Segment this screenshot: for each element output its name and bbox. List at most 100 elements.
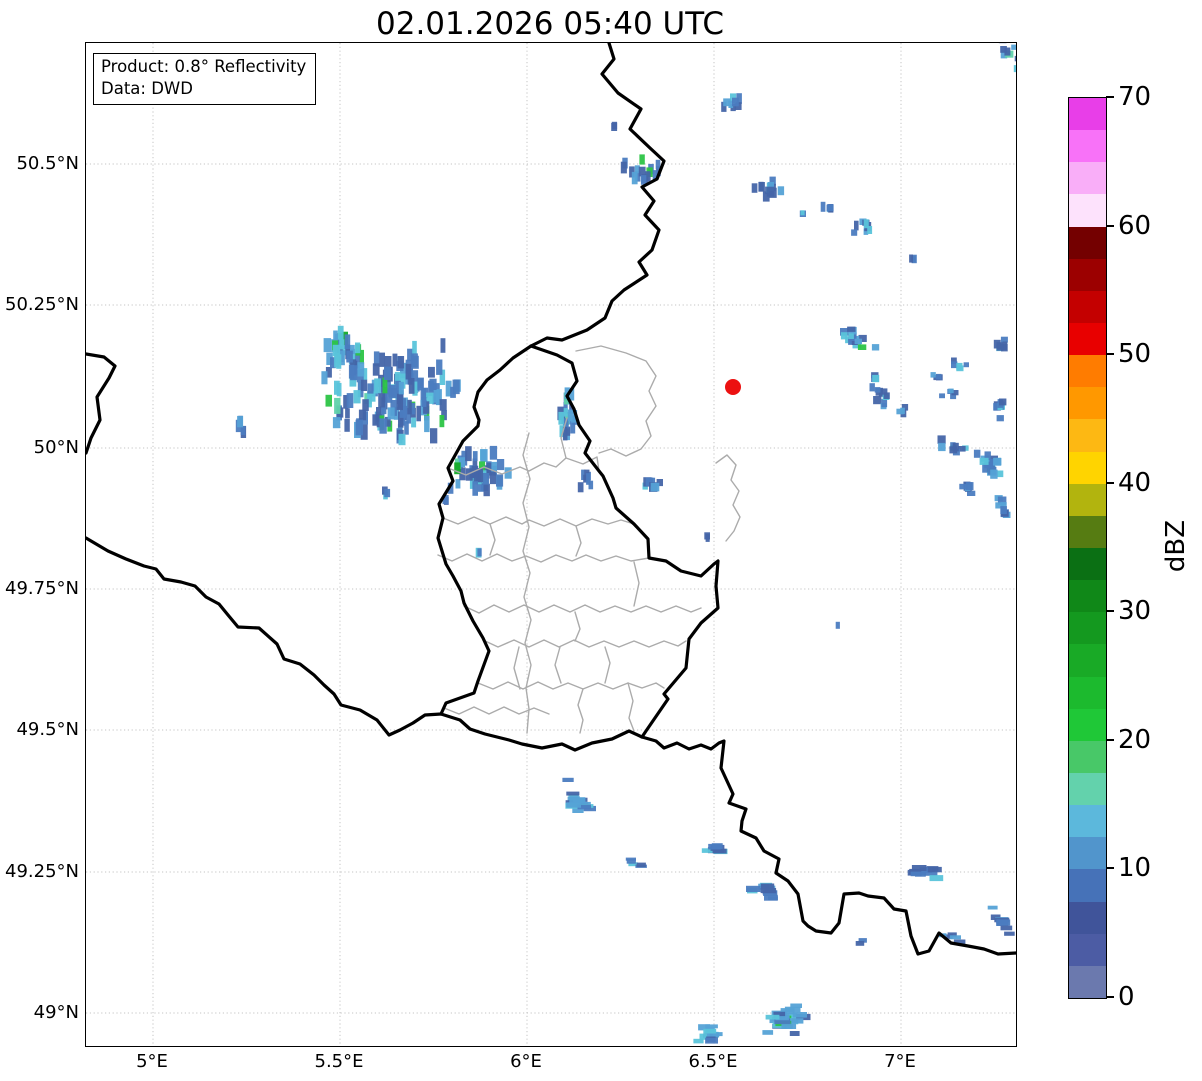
radar-echo-bin [857, 344, 867, 350]
radar-echo-bin [1000, 506, 1007, 515]
colorbar-segment [1069, 612, 1106, 645]
colorbar-segment [1069, 258, 1106, 291]
radar-echo-bin [800, 210, 805, 216]
radar-echo-bin [240, 426, 246, 435]
radar-echo-bin [398, 381, 404, 395]
colorbar-segment [1069, 515, 1106, 548]
radar-echo-bin [758, 182, 765, 192]
radar-echo-bin [567, 409, 572, 422]
admin-border [443, 706, 550, 715]
radar-echo-bin [345, 408, 350, 419]
radar-echo-bin [973, 449, 981, 458]
country-border [86, 536, 443, 737]
radar-echo-bin [873, 396, 882, 405]
colorbar-segment [1069, 901, 1106, 934]
radar-echo-bin [650, 482, 660, 492]
radar-echo-bin [391, 388, 397, 398]
radar-echo-bin [872, 374, 880, 383]
radar-echo-bin [625, 857, 636, 861]
admin-border [633, 561, 640, 607]
colorbar-tick-label: 10 [1118, 853, 1152, 884]
radar-echo-bin [768, 896, 778, 901]
radar-echo-bin [937, 435, 946, 444]
colorbar-segment [1069, 965, 1106, 998]
country-border [640, 735, 1016, 956]
radar-echo-bin [372, 363, 380, 376]
radar-echo-bin [357, 362, 365, 377]
admin-border [577, 688, 584, 734]
radar-echo-bin [372, 414, 378, 426]
colorbar-segment [1069, 98, 1106, 131]
radar-echo-bin [396, 394, 403, 411]
radar-echo-bin [939, 393, 945, 399]
radar-echo-bin [416, 405, 421, 422]
colorbar-tick-mark [1106, 224, 1114, 227]
admin-border [554, 646, 562, 684]
colorbar-segment [1069, 483, 1106, 516]
radar-echo-bin [620, 161, 627, 174]
radar-echo-bin [863, 219, 869, 229]
colorbar-segment [1069, 708, 1106, 741]
radar-echo-bin [777, 186, 785, 196]
colorbar-segment [1069, 162, 1106, 195]
radar-echo-bin [963, 362, 969, 368]
map-plot-area [85, 42, 1017, 1047]
radar-echo-bin [638, 166, 646, 177]
radar-echo-bin [996, 919, 1011, 926]
radar-echo-bin [791, 1018, 804, 1024]
radar-echo-bin [855, 941, 865, 946]
radar-echo-bin [480, 449, 488, 462]
y-tick-label: 49.25°N [5, 861, 79, 882]
colorbar-segment [1069, 419, 1106, 452]
radar-echo-bin [631, 171, 638, 185]
colorbar-tick-mark [1106, 353, 1114, 356]
admin-border [604, 646, 611, 684]
radar-echo-bin [732, 97, 739, 107]
radar-echo-bin [334, 380, 340, 395]
colorbar-tick-label: 30 [1118, 596, 1152, 627]
radar-echo-bin [586, 473, 591, 485]
radar-echo-bin [384, 488, 391, 498]
y-tick-label: 50°N [33, 437, 79, 458]
admin-border [482, 639, 687, 648]
radar-echo-bin [440, 338, 446, 353]
colorbar [1068, 97, 1107, 999]
colorbar-tick-label: 50 [1118, 339, 1152, 370]
radar-echo-bin [927, 866, 942, 873]
radar-echo-bin [346, 393, 354, 408]
radar-echo-bin [358, 409, 367, 421]
radar-echo-bin [848, 333, 854, 339]
radar-echo-bin [566, 791, 580, 796]
radar-echo-bin [397, 356, 405, 369]
radar-echo-bin [851, 229, 858, 236]
colorbar-tick-label: 40 [1118, 467, 1152, 498]
colorbar-segment [1069, 322, 1106, 356]
radar-echo-bin [881, 399, 888, 408]
radar-echo-bin [636, 862, 646, 868]
admin-border [489, 523, 496, 556]
radar-echo-bin [325, 394, 332, 407]
radar-echo-bin [387, 407, 395, 420]
country-border [86, 352, 117, 455]
radar-echo-bin [910, 871, 922, 877]
colorbar-segment [1069, 740, 1106, 773]
radar-echo-bin [840, 332, 848, 340]
admin-border [463, 604, 702, 614]
colorbar-segment [1069, 226, 1106, 259]
radar-echo-bin [577, 482, 584, 493]
radar-echo-bin [792, 1012, 807, 1018]
radar-echo-bin [424, 415, 430, 433]
radar-echo-bin [429, 378, 437, 392]
radar-echo-bin [407, 399, 412, 415]
radar-echo-bin [336, 354, 342, 369]
radar-echo-bin [472, 481, 478, 496]
radar-echo-bin [1000, 46, 1007, 53]
radar-echo-bin [332, 417, 341, 429]
radar-echo-bin [408, 378, 415, 394]
colorbar-segment [1069, 451, 1106, 484]
radar-echo-bin [705, 534, 710, 542]
radar-echo-bin [412, 340, 417, 355]
radar-echo-bin [384, 366, 391, 380]
radar-echo-bin [790, 1003, 802, 1008]
radar-echo-bin [379, 418, 387, 434]
